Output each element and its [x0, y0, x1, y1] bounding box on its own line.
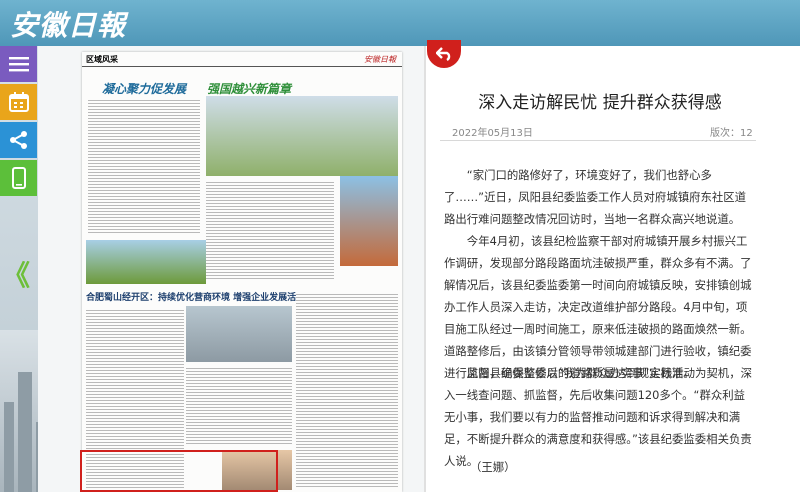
- menu-button[interactable]: [0, 46, 37, 82]
- selected-article-highlight[interactable]: [80, 450, 278, 492]
- return-arrow-icon: [436, 47, 451, 61]
- calendar-button[interactable]: [0, 84, 37, 120]
- field-photo: [86, 240, 206, 284]
- text-column-5: [296, 292, 398, 488]
- text-column-2: [206, 180, 334, 280]
- article-paragraph-2: 今年4月初，该县纪检监察干部对府城镇开展乡村振兴工作调研，发现部分路段路面坑洼破…: [444, 234, 752, 380]
- text-column-4: [186, 366, 292, 446]
- article-edition: 版次：12: [710, 128, 753, 139]
- title-divider: [440, 140, 756, 141]
- aerial-photo: [206, 96, 398, 176]
- article-paragraph-3: 凤阳县纪委监委以“我为群众办实事”实践活动为契机，深入一线查问题、抓监督，先后收…: [444, 366, 752, 468]
- tower-photo: [340, 176, 398, 266]
- article-title: 深入走访解民忧 提升群众获得感: [478, 93, 722, 113]
- share-icon: [9, 131, 27, 149]
- text-column-1: [88, 98, 200, 234]
- page-header: 区域风采 安徽日報: [82, 52, 402, 67]
- share-button[interactable]: [0, 122, 37, 158]
- page-masthead: 安徽日報: [364, 55, 396, 64]
- article-date: 2022年05月13日: [452, 128, 533, 139]
- article-author: （王娜）: [470, 460, 516, 474]
- top-bar: 安徽日報: [0, 0, 800, 46]
- page-headline-right: 强国越兴新篇章: [207, 82, 292, 96]
- factory-photo: [186, 306, 292, 362]
- section-label: 区域风采: [86, 55, 118, 64]
- article-paragraph-1: “家门口的路修好了，环境变好了，我们也舒心多了……”近日，凤阳县纪委监委工作人员…: [444, 168, 747, 226]
- section2-title: 合肥蜀山经开区：持续优化营商环境 增强企业发展活力: [86, 293, 306, 303]
- calendar-icon: [8, 92, 29, 112]
- prev-page-arrows-icon[interactable]: 《: [2, 254, 30, 294]
- newspaper-page[interactable]: 区域风采 安徽日報 凝心聚力促发展 强国越兴新篇章 合肥蜀山经开区：持续优化营商…: [82, 52, 402, 492]
- mobile-button[interactable]: [0, 160, 37, 196]
- page-headline-left: 凝心聚力促发展: [102, 82, 187, 96]
- site-logo[interactable]: 安徽日報: [10, 4, 126, 44]
- menu-icon: [8, 57, 29, 72]
- mobile-icon: [11, 167, 26, 189]
